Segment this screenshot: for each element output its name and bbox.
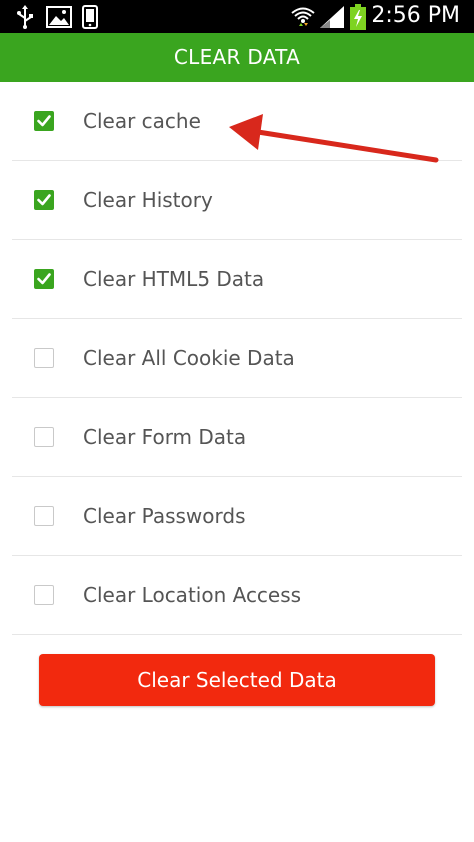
clear-selected-data-button[interactable]: Clear Selected Data xyxy=(39,654,435,706)
clear-all-cookie-data-checkbox[interactable] xyxy=(34,348,54,368)
clear-html5-data-checkbox[interactable] xyxy=(34,269,54,289)
checkmark-icon xyxy=(37,273,51,285)
option-row-clear-all-cookie-data[interactable]: Clear All Cookie Data xyxy=(0,319,474,398)
clear-passwords-label: Clear Passwords xyxy=(83,504,246,528)
option-row-clear-passwords[interactable]: Clear Passwords xyxy=(0,477,474,556)
option-row-clear-location-access[interactable]: Clear Location Access xyxy=(0,556,474,635)
clear-form-data-checkbox[interactable] xyxy=(34,427,54,447)
clear-location-access-label: Clear Location Access xyxy=(83,583,302,607)
option-row-clear-form-data[interactable]: Clear Form Data xyxy=(0,398,474,477)
option-row-clear-html5-data[interactable]: Clear HTML5 Data xyxy=(0,240,474,319)
page-title: CLEAR DATA xyxy=(0,33,474,82)
clear-location-access-checkbox[interactable] xyxy=(34,585,54,605)
clear-history-checkbox[interactable] xyxy=(34,190,54,210)
clear-data-options-list: Clear cache Clear History Clear HTML5 Da… xyxy=(0,82,474,635)
status-time: 2:56 PM xyxy=(371,3,460,28)
clear-all-cookie-data-label: Clear All Cookie Data xyxy=(83,346,295,370)
clear-cache-checkbox[interactable] xyxy=(34,111,54,131)
option-row-clear-cache[interactable]: Clear cache xyxy=(0,82,474,161)
divider xyxy=(12,634,462,635)
image-icon xyxy=(46,6,72,28)
signal-icon xyxy=(320,6,344,28)
clear-passwords-checkbox[interactable] xyxy=(34,506,54,526)
phone-icon xyxy=(82,5,98,29)
clear-html5-data-label: Clear HTML5 Data xyxy=(83,267,265,291)
usb-icon xyxy=(17,5,33,29)
clear-form-data-label: Clear Form Data xyxy=(83,425,247,449)
battery-charging-icon xyxy=(350,4,366,30)
clear-history-label: Clear History xyxy=(83,188,213,212)
wifi-icon xyxy=(291,7,315,26)
checkmark-icon xyxy=(37,194,51,206)
status-bar: 2:56 PM xyxy=(0,0,474,33)
option-row-clear-history[interactable]: Clear History xyxy=(0,161,474,240)
clear-cache-label: Clear cache xyxy=(83,109,201,133)
checkmark-icon xyxy=(37,115,51,127)
